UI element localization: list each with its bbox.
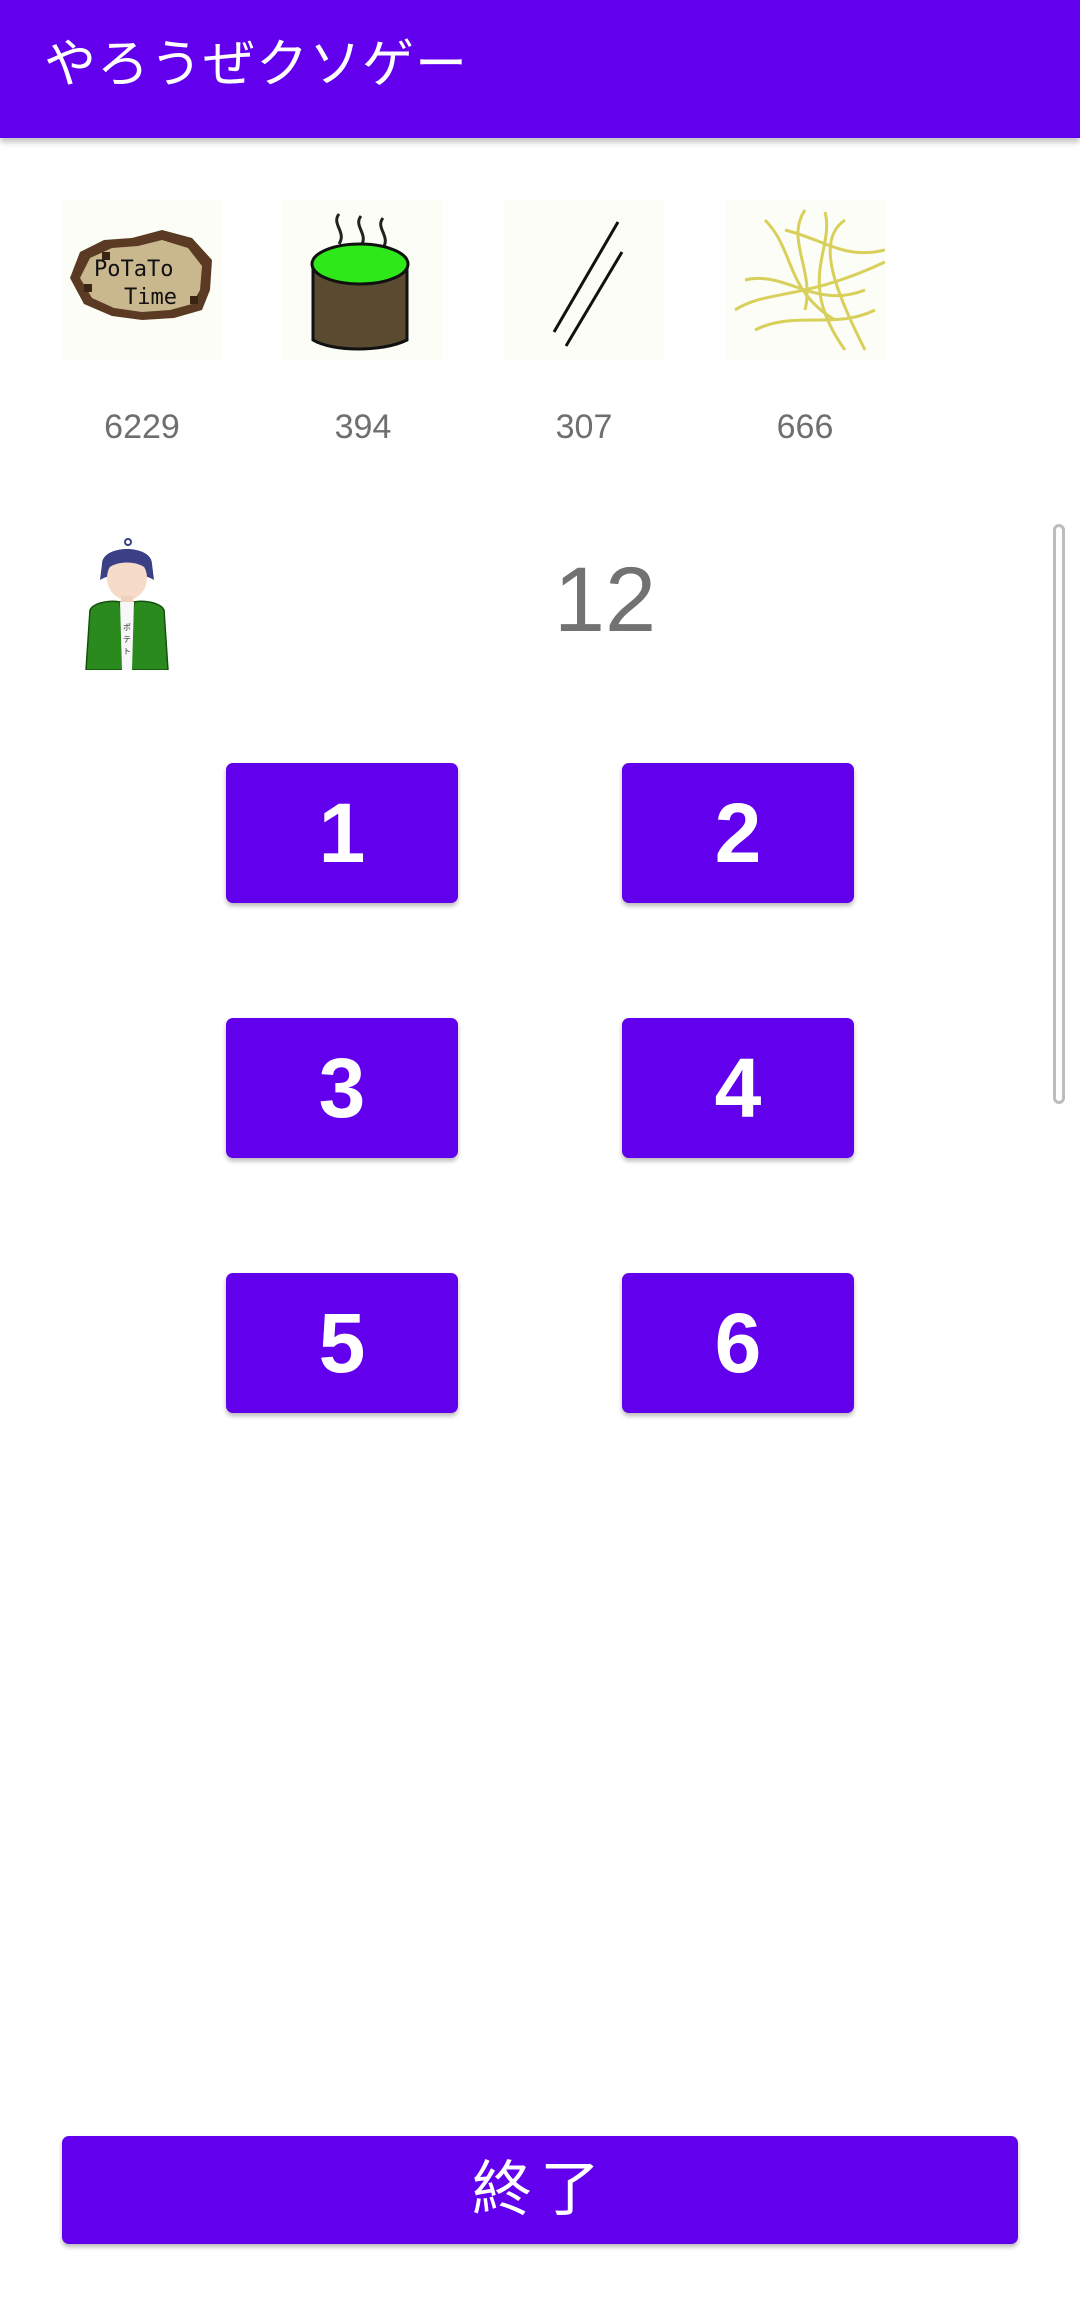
item-count: 394: [334, 408, 392, 446]
app-title: やろうぜクソゲー: [44, 35, 469, 95]
number-button-5[interactable]: 5: [226, 1273, 458, 1413]
noodles-icon: [725, 200, 885, 360]
svg-text:ト: ト: [123, 647, 131, 656]
number-button-2[interactable]: 2: [622, 763, 854, 903]
scrollbar[interactable]: [1053, 524, 1065, 1104]
svg-text:テ: テ: [123, 635, 131, 644]
item-count: 666: [776, 408, 834, 446]
number-button-4[interactable]: 4: [622, 1018, 854, 1158]
svg-text:PoTaTo: PoTaTo: [94, 257, 173, 282]
item-green-cup: 394: [283, 200, 443, 446]
character-avatar: ポ テ ト: [82, 538, 172, 671]
score-display: 12: [553, 549, 657, 651]
number-button-6[interactable]: 6: [622, 1273, 854, 1413]
svg-text:ポ: ポ: [123, 623, 131, 632]
steaming-green-cup-icon: [283, 200, 443, 360]
potato-time-sign-icon: PoTaTo Time: [62, 200, 222, 360]
chopsticks-icon: [504, 200, 664, 360]
boy-green-jacket-icon: ポ テ ト: [85, 538, 169, 671]
item-count: 307: [555, 408, 613, 446]
item-chopsticks: 307: [504, 200, 664, 446]
item-noodles: 666: [725, 200, 885, 446]
item-count: 6229: [104, 408, 180, 446]
number-button-1[interactable]: 1: [226, 763, 458, 903]
svg-text:Time: Time: [124, 285, 177, 310]
app-bar: やろうぜクソゲー: [0, 0, 1080, 138]
item-potato-time: PoTaTo Time 6229: [62, 200, 222, 446]
number-button-3[interactable]: 3: [226, 1018, 458, 1158]
end-button[interactable]: 終了: [62, 2136, 1018, 2244]
